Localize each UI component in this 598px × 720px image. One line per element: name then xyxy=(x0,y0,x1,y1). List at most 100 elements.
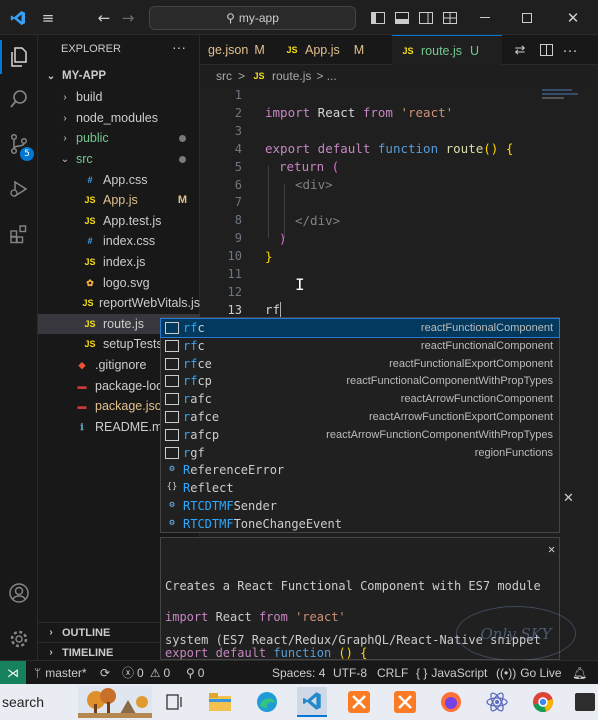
notifications-bell-icon[interactable]: 🔔︎ xyxy=(572,661,587,684)
split-editor-icon[interactable] xyxy=(536,35,556,65)
suggestion-item[interactable]: ⚙ RTCDTMFToneChangeEvent xyxy=(161,515,559,533)
tab-app-js[interactable]: JS App.js M xyxy=(276,35,386,65)
js-file-icon: JS xyxy=(84,216,96,226)
toggle-secondary-sidebar-icon[interactable] xyxy=(416,0,436,35)
tree-file-logo-svg[interactable]: ✿ logo.svg xyxy=(38,273,200,293)
suggestion-item[interactable]: rgf regionFunctions xyxy=(161,444,559,462)
menu-icon[interactable]: ≡ xyxy=(36,0,60,35)
customize-layout-icon[interactable] xyxy=(440,0,460,35)
eol-status[interactable]: CRLF xyxy=(377,661,408,684)
suggestion-item[interactable]: rafcp reactArrowFunctionComponentWithProp… xyxy=(161,426,559,444)
broadcast-icon: ((•)) xyxy=(496,665,517,680)
manage-gear-icon[interactable] xyxy=(0,620,38,658)
toggle-sidebar-icon[interactable] xyxy=(368,0,388,35)
title-bar: ≡ ← → ⚲ my-app ✕ xyxy=(0,0,598,35)
explorer-root-folder[interactable]: ⌄ MY-APP xyxy=(38,66,200,86)
tree-folder-build[interactable]: › build xyxy=(38,87,200,107)
edge-browser-icon[interactable] xyxy=(252,687,282,717)
chrome-icon[interactable] xyxy=(528,687,558,717)
git-branch-status[interactable]: ᛘ master* xyxy=(34,661,87,684)
explorer-icon[interactable] xyxy=(0,38,38,76)
suggestion-item[interactable]: rafce reactArrowFunctionExportComponent xyxy=(161,408,559,426)
suggestion-item[interactable]: rfcp reactFunctionalComponentWithPropType… xyxy=(161,372,559,390)
ports-status[interactable]: ⚲ 0 xyxy=(186,661,204,684)
task-view-icon[interactable] xyxy=(160,687,190,717)
suggestion-item[interactable]: {} Reflect xyxy=(161,479,559,497)
forward-arrow-icon[interactable]: → xyxy=(118,0,138,35)
close-details-icon[interactable]: ✕ xyxy=(548,542,555,556)
back-arrow-icon[interactable]: ← xyxy=(94,0,114,35)
braces-icon: { } xyxy=(416,665,428,680)
tree-folder-public[interactable]: › public xyxy=(38,128,200,148)
suggestion-item[interactable]: rfce reactFunctionalExportComponent xyxy=(161,355,559,373)
compare-changes-icon[interactable]: ⇄ xyxy=(510,35,530,65)
sync-icon[interactable]: ⟳ xyxy=(100,661,110,684)
suggestion-rest: afce xyxy=(190,410,220,424)
js-file-icon: JS xyxy=(84,257,96,267)
tree-file-index-js[interactable]: JS index.js xyxy=(38,252,200,272)
close-window-icon[interactable]: ✕ xyxy=(556,0,590,35)
remote-indicator-icon[interactable]: ⋊ xyxy=(0,661,26,684)
suggestion-item[interactable]: ⚙ RTCDTMFSender xyxy=(161,497,559,515)
maximize-icon[interactable] xyxy=(510,0,544,35)
xampp-icon[interactable] xyxy=(344,687,374,717)
suggestion-label: rafce xyxy=(183,410,219,424)
xampp-icon-2[interactable] xyxy=(390,687,420,717)
accounts-icon[interactable] xyxy=(0,574,38,612)
minimap[interactable] xyxy=(542,89,586,103)
terminal-icon[interactable] xyxy=(572,687,598,717)
code-token: () { xyxy=(483,141,514,156)
breadcrumb-file[interactable]: route.js xyxy=(272,69,311,83)
tree-file-index-css[interactable]: # index.css xyxy=(38,231,200,251)
breadcrumb-separator: > xyxy=(238,69,246,83)
tree-file-app-css[interactable]: # App.css xyxy=(38,170,200,190)
explorer-more-icon[interactable]: ··· xyxy=(172,39,186,55)
react-atom-icon[interactable] xyxy=(482,687,512,717)
tree-folder-node-modules[interactable]: › node_modules xyxy=(38,108,200,128)
code-line-6: <div> xyxy=(295,177,333,192)
extensions-icon[interactable] xyxy=(0,215,38,253)
tree-file-reportwebvitals[interactable]: JS reportWebVitals.js xyxy=(38,293,201,313)
tree-file-app-test-js[interactable]: JS App.test.js xyxy=(38,211,200,231)
run-debug-icon[interactable] xyxy=(0,170,38,208)
go-live-button[interactable]: ((•)) Go Live xyxy=(496,661,562,684)
suggestion-match: RTCDTMF xyxy=(183,499,234,513)
code-token: import xyxy=(165,610,209,624)
suggest-widget[interactable]: rfc reactFunctionalComponent rfc reactFunct… xyxy=(160,317,560,533)
search-icon[interactable] xyxy=(0,80,38,118)
more-actions-icon[interactable]: ··· xyxy=(560,35,580,65)
suggestion-item[interactable]: rfc reactFunctionalComponent xyxy=(160,318,560,338)
file-explorer-icon[interactable] xyxy=(205,687,235,717)
svg-file-icon: ✿ xyxy=(86,277,94,288)
toggle-panel-icon[interactable] xyxy=(392,0,412,35)
taskbar-search[interactable]: search xyxy=(0,684,80,720)
command-center-search[interactable]: ⚲ my-app xyxy=(149,6,356,30)
breadcrumb-folder[interactable]: src xyxy=(216,69,232,83)
snippet-icon xyxy=(165,428,179,441)
tab-route-js[interactable]: JS route.js U xyxy=(392,35,502,65)
chevron-down-icon: ⌄ xyxy=(60,153,70,165)
line-number: 8 xyxy=(234,213,242,228)
close-suggest-icon[interactable]: ✕ xyxy=(563,491,574,506)
language-status[interactable]: { } JavaScript xyxy=(416,661,487,684)
tree-item-label: src xyxy=(76,152,93,166)
code-token: 'react' xyxy=(392,105,454,120)
suggestion-item[interactable]: ⚙ ReferenceError xyxy=(161,461,559,479)
suggestion-item[interactable]: rafc reactArrowFunctionComponent xyxy=(161,390,559,408)
suggestion-item[interactable]: rfc reactFunctionalComponent xyxy=(161,337,559,355)
windows-taskbar: search xyxy=(0,684,598,720)
vscode-taskbar-icon[interactable] xyxy=(297,687,327,717)
tab-package-json[interactable]: ge.json M xyxy=(200,35,270,65)
tree-file-app-js[interactable]: JS App.js M xyxy=(38,190,200,210)
firefox-icon[interactable] xyxy=(436,687,466,717)
line-number: 3 xyxy=(234,123,242,138)
encoding-status[interactable]: UTF-8 xyxy=(333,661,367,684)
indentation-status[interactable]: Spaces: 4 xyxy=(272,661,325,684)
tree-folder-src[interactable]: ⌄ src xyxy=(38,149,200,169)
npm-file-icon: ▬ xyxy=(77,401,87,411)
minimize-icon[interactable] xyxy=(468,0,502,35)
problems-status[interactable]: ⓧ 0 ⚠ 0 xyxy=(122,661,170,684)
source-control-icon[interactable]: 5 xyxy=(0,125,38,163)
line-number: 7 xyxy=(234,195,242,210)
suggestion-rest: ce xyxy=(197,356,212,371)
